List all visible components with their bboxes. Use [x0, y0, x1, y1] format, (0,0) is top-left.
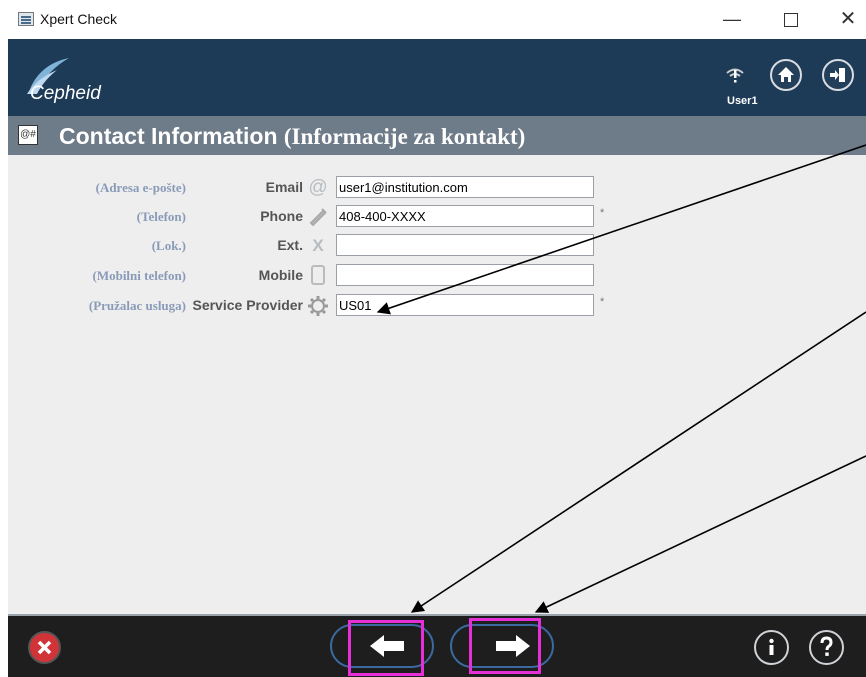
close-x-icon — [37, 640, 52, 655]
window-title: Xpert Check — [40, 11, 118, 27]
email-translation: (Adresa e-pošte) — [95, 180, 186, 195]
home-icon — [778, 67, 794, 82]
page-title-text: Contact Information — [59, 123, 278, 149]
service-provider-label: Service Provider — [192, 297, 303, 313]
contact-card-icon: @# — [18, 125, 38, 145]
extension-field[interactable] — [336, 234, 594, 256]
contact-form: (Adresa e-pošte) Email @ (Telefon) Phone… — [8, 155, 866, 614]
app-frame: Cepheid User1 @# Contact Information (In… — [8, 39, 866, 677]
app-icon — [18, 12, 34, 26]
app-header: Cepheid User1 — [8, 39, 866, 116]
logout-button[interactable] — [822, 59, 854, 91]
email-field[interactable] — [336, 176, 594, 198]
service-provider-row: (Pružalac usluga) Service Provider * — [8, 294, 866, 318]
cancel-button[interactable] — [28, 631, 61, 664]
page-title-translation: (Informacije za kontakt) — [283, 124, 526, 149]
phone-icon — [307, 206, 329, 228]
info-icon — [769, 638, 774, 655]
mobile-row: (Mobilni telefon) Mobile — [8, 264, 866, 288]
gear-icon — [307, 295, 329, 317]
maximize-icon — [784, 13, 798, 27]
page-header-bar: @# Contact Information (Informacije za k… — [8, 116, 866, 155]
extension-icon: X — [312, 236, 324, 255]
next-button-highlight — [469, 618, 541, 674]
email-label: Email — [265, 179, 303, 195]
phone-row: (Telefon) Phone * — [8, 205, 866, 229]
maximize-button[interactable] — [777, 7, 805, 31]
info-button[interactable] — [754, 630, 789, 665]
phone-field[interactable] — [336, 205, 594, 227]
exit-icon — [830, 68, 845, 82]
page-title: Contact Information (Informacije za kont… — [59, 123, 525, 150]
ext-label: Ext. — [277, 237, 303, 253]
app-footer — [8, 616, 866, 677]
minimize-button[interactable]: — — [718, 7, 746, 31]
close-button[interactable]: ✕ — [834, 7, 862, 31]
service-provider-field[interactable] — [336, 294, 594, 316]
mobile-translation: (Mobilni telefon) — [92, 268, 186, 283]
help-button[interactable] — [809, 630, 844, 665]
service-provider-translation: (Pružalac usluga) — [88, 298, 186, 313]
at-icon: @ — [308, 177, 328, 198]
ext-translation: (Lok.) — [151, 238, 186, 253]
home-button[interactable] — [770, 59, 802, 91]
service-provider-required-marker: * — [600, 296, 605, 308]
mobile-field[interactable] — [336, 264, 594, 286]
mobile-icon — [307, 265, 329, 287]
phone-required-marker: * — [600, 207, 605, 219]
window-titlebar: Xpert Check — ✕ — [0, 0, 866, 39]
network-status-icon — [724, 64, 746, 86]
phone-translation: (Telefon) — [136, 209, 186, 224]
logo-text: Cepheid — [30, 83, 101, 104]
ext-row: (Lok.) Ext. X — [8, 234, 866, 258]
phone-label: Phone — [260, 208, 303, 224]
mobile-label: Mobile — [258, 267, 303, 283]
back-button-highlight — [348, 620, 424, 676]
user-name: User1 — [727, 95, 758, 107]
email-row: (Adresa e-pošte) Email @ — [8, 176, 866, 200]
help-icon — [820, 636, 833, 656]
